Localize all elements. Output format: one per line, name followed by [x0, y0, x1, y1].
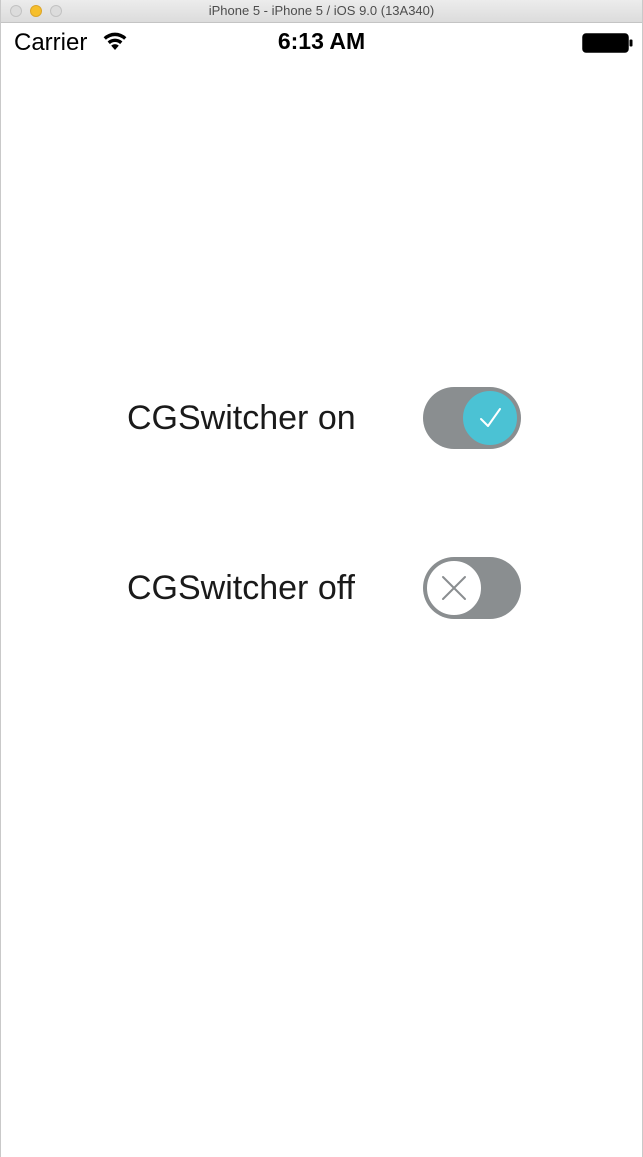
checkmark-icon	[480, 408, 501, 427]
cgswitcher-off-toggle[interactable]	[423, 557, 521, 619]
simulator-window: iPhone 5 - iPhone 5 / iOS 9.0 (13A340) C…	[0, 0, 643, 1157]
switch-label: CGSwitcher off	[127, 569, 356, 607]
status-time: 6:13 AM	[277, 28, 366, 54]
switch-label: CGSwitcher on	[127, 399, 356, 437]
switch-knob[interactable]	[425, 559, 483, 617]
battery-icon	[582, 32, 634, 54]
switch-row-on: CGSwitcher on	[1, 387, 642, 449]
cgswitcher-on-toggle[interactable]	[423, 387, 521, 449]
window-title: iPhone 5 - iPhone 5 / iOS 9.0 (13A340)	[208, 3, 435, 18]
switch-row-off: CGSwitcher off	[1, 557, 642, 619]
status-bar: Carrier 6:13 AM	[1, 22, 642, 62]
window-titlebar: iPhone 5 - iPhone 5 / iOS 9.0 (13A340)	[1, 0, 642, 23]
switch-knob[interactable]	[461, 389, 519, 447]
x-icon	[442, 576, 466, 600]
